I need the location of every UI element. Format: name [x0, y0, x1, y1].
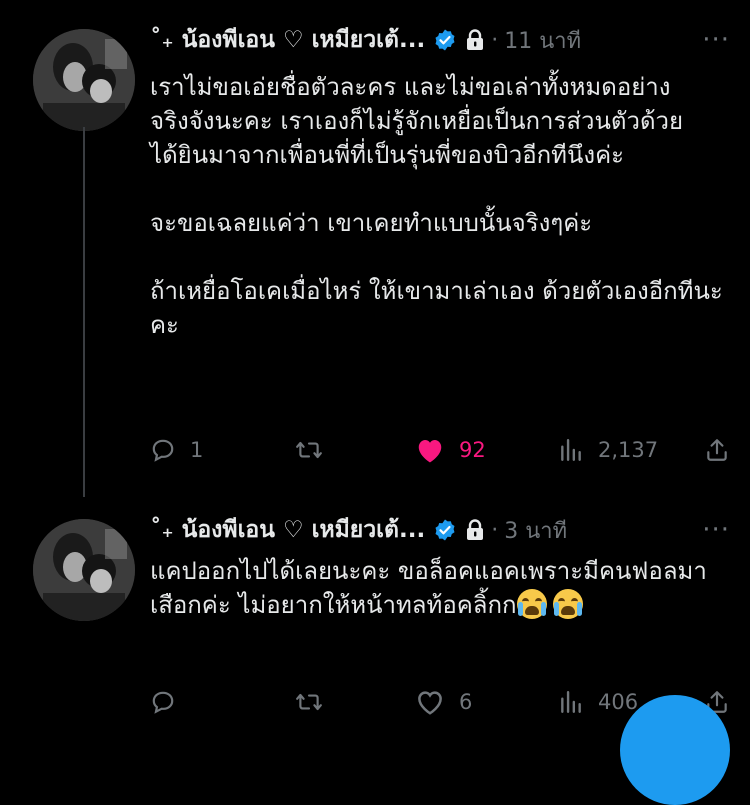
lock-icon — [465, 519, 485, 541]
views-count: 2,137 — [598, 438, 659, 462]
retweet-button[interactable] — [295, 437, 415, 463]
lock-icon — [465, 29, 485, 51]
tweet-paragraph: จะขอเฉลยแค่ว่า เขาเคยทำแบบนั้นจริงๆค่ะ — [150, 209, 593, 237]
tweet-paragraph: แคปออกไปได้เลยนะคะ ขอล็อคแอคเพราะมีคนฟอล… — [150, 554, 730, 622]
tweet-paragraph: เราไม่ขอเอ่ยชื่อตัวละคร และไม่ขอเล่าทั้ง… — [150, 73, 684, 169]
share-button[interactable] — [704, 437, 730, 463]
more-options-button[interactable]: ··· — [702, 517, 730, 543]
more-options-button[interactable]: ··· — [702, 27, 730, 53]
tweet-text: เราไม่ขอเอ่ยชื่อตัวละคร และไม่ขอเล่าทั้ง… — [150, 70, 730, 342]
like-button[interactable]: 6 — [415, 688, 558, 716]
tweet[interactable]: ˚₊ น้องพีเอน ♡ เหมียวเต้... · 11 นาที ··… — [0, 0, 750, 497]
retweet-button[interactable] — [295, 689, 415, 715]
thread-connector-line — [83, 127, 85, 497]
tweet-header: ˚₊ น้องพีเอน ♡ เหมียวเต้... · 11 นาที ··… — [150, 18, 730, 62]
like-count: 92 — [459, 438, 486, 462]
verified-badge-icon[interactable] — [433, 28, 457, 52]
reply-button[interactable] — [150, 689, 295, 715]
loudly-crying-face-icon — [516, 589, 547, 619]
loudly-crying-face-icon — [552, 589, 583, 619]
retweet-icon — [296, 441, 322, 459]
avatar-photo — [33, 29, 135, 131]
reply-count: 1 — [190, 438, 204, 462]
separator-dot: · — [491, 27, 499, 53]
share-icon — [707, 439, 727, 461]
heart-icon — [418, 440, 442, 463]
timestamp[interactable]: 3 นาที — [504, 513, 567, 548]
avatar[interactable] — [33, 519, 135, 621]
avatar-photo — [33, 519, 135, 621]
views-chart-icon — [561, 439, 581, 461]
like-count: 6 — [459, 690, 473, 714]
views-button[interactable]: 2,137 — [558, 437, 688, 463]
heart-icon — [418, 691, 442, 715]
like-button[interactable]: 92 — [415, 436, 558, 464]
tweet-actions: 1 92 2,137 — [150, 430, 730, 470]
reply-icon — [152, 691, 174, 714]
author-name[interactable]: ˚₊ น้องพีเอน ♡ เหมียวเต้... — [150, 512, 425, 548]
avatar[interactable] — [33, 29, 135, 131]
reply-button[interactable]: 1 — [150, 437, 295, 463]
retweet-icon — [296, 693, 322, 711]
views-count: 406 — [598, 690, 639, 714]
verified-badge-icon[interactable] — [433, 518, 457, 542]
compose-button[interactable] — [620, 695, 730, 805]
timestamp[interactable]: 11 นาที — [504, 23, 581, 58]
tweet-paragraph-text: แคปออกไปได้เลยนะคะ ขอล็อคแอคเพราะมีคนฟอล… — [150, 557, 707, 619]
reply-icon — [152, 439, 174, 462]
tweet[interactable]: ˚₊ น้องพีเอน ♡ เหมียวเต้... · 3 นาที ···… — [0, 492, 750, 731]
tweet-text: แคปออกไปได้เลยนะคะ ขอล็อคแอคเพราะมีคนฟอล… — [150, 554, 730, 622]
separator-dot: · — [491, 517, 499, 543]
tweet-paragraph: ถ้าเหยื่อโอเคเมื่อไหร่ ให้เขามาเล่าเอง ด… — [150, 277, 723, 339]
views-chart-icon — [561, 691, 581, 713]
tweet-header: ˚₊ น้องพีเอน ♡ เหมียวเต้... · 3 นาที ··· — [150, 508, 730, 552]
author-name[interactable]: ˚₊ น้องพีเอน ♡ เหมียวเต้... — [150, 22, 425, 58]
